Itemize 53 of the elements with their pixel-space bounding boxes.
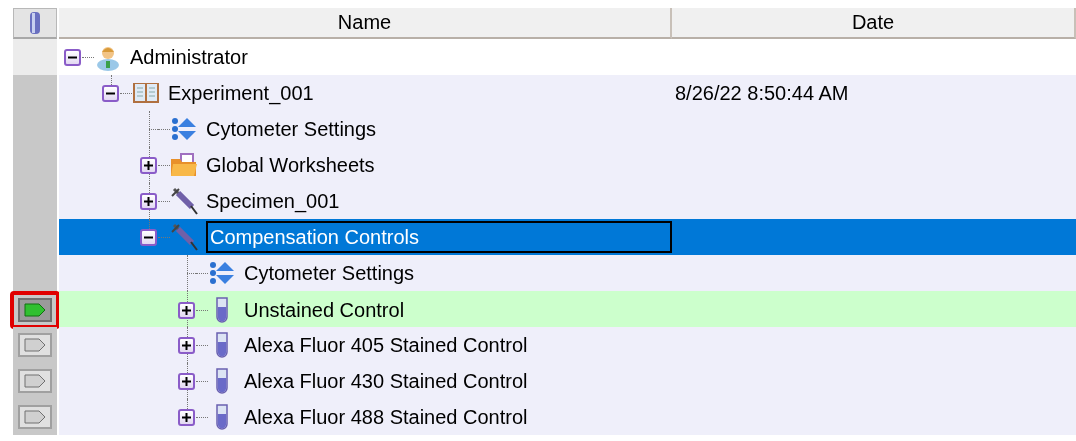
column-header[interactable]: Name xyxy=(59,8,672,39)
item-label: Specimen_001 xyxy=(206,189,340,213)
syringe-icon xyxy=(170,187,198,215)
collapse-button[interactable] xyxy=(140,228,157,246)
plus-icon xyxy=(182,305,191,315)
plus-icon xyxy=(182,340,191,350)
tree-row[interactable]: Global Worksheets xyxy=(59,147,1076,183)
expand-button[interactable] xyxy=(178,408,195,426)
row-gutter xyxy=(13,39,57,75)
tag-icon xyxy=(24,410,46,424)
tag-icon xyxy=(24,374,46,388)
tree-row[interactable]: Specimen_001 xyxy=(59,183,1076,219)
row-gutter xyxy=(13,255,57,291)
item-label: Global Worksheets xyxy=(206,153,375,177)
item-label: Alexa Fluor 430 Stained Control xyxy=(244,369,528,393)
date-text: 8/26/22 8:50:44 AM xyxy=(675,81,849,105)
tree-row[interactable]: Cytometer Settings xyxy=(59,255,1076,291)
tree-row[interactable]: Alexa Fluor 405 Stained Control xyxy=(59,327,1076,363)
item-label: Cytometer Settings xyxy=(244,261,415,285)
settings-icon xyxy=(208,259,236,287)
item-label: Alexa Fluor 405 Stained Control xyxy=(244,333,528,357)
item-label: Unstained Control xyxy=(244,298,405,322)
folder-icon xyxy=(170,151,198,179)
expand-button[interactable] xyxy=(178,372,195,390)
item-label: Administrator xyxy=(130,45,248,69)
expand-button[interactable] xyxy=(140,192,157,210)
tree-row[interactable]: Compensation Controls xyxy=(59,219,1076,255)
settings-icon xyxy=(170,115,198,143)
item-label: Experiment_001 xyxy=(168,81,314,105)
item-label: Alexa Fluor 488 Stained Control xyxy=(244,405,528,429)
item-label: Cytometer Settings xyxy=(206,117,377,141)
expand-button[interactable] xyxy=(178,336,195,354)
tree-row[interactable]: Cytometer Settings xyxy=(59,111,1076,147)
plus-icon xyxy=(144,196,153,206)
tag-icon xyxy=(24,338,46,352)
column-header-button[interactable] xyxy=(13,8,57,39)
plus-icon xyxy=(182,376,191,386)
tree-row[interactable]: Alexa Fluor 430 Stained Control xyxy=(59,363,1076,399)
syringe-icon xyxy=(170,223,198,251)
collapse-button[interactable] xyxy=(64,48,81,66)
test-tube-icon xyxy=(27,11,43,35)
column-header[interactable]: Date xyxy=(672,8,1076,39)
tree-row[interactable]: Experiment_001 8/26/22 8:50:44 AM xyxy=(59,75,1076,111)
item-label: Compensation Controls xyxy=(206,221,672,253)
expand-button[interactable] xyxy=(140,156,157,174)
row-gutter xyxy=(13,75,57,111)
tag-icon xyxy=(24,303,46,317)
tree-row[interactable]: Unstained Control xyxy=(59,291,1076,329)
collapse-button[interactable] xyxy=(102,84,119,102)
tree-row[interactable]: Alexa Fluor 488 Stained Control xyxy=(59,399,1076,435)
plus-icon xyxy=(182,412,191,422)
plus-icon xyxy=(144,160,153,170)
expand-button[interactable] xyxy=(178,301,195,319)
